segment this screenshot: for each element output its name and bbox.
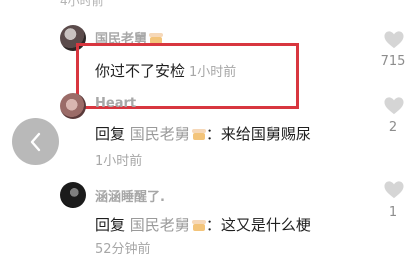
chevron-left-icon bbox=[30, 132, 40, 151]
reply-to-username[interactable]: 国民老舅 bbox=[130, 216, 190, 234]
reply-text: 回复 国民老舅 ：来给国舅赐尿 bbox=[95, 123, 311, 144]
reply-separator: ： bbox=[205, 125, 221, 143]
comment-time: 1小时前 bbox=[95, 154, 143, 169]
heart-outline-icon[interactable] bbox=[383, 180, 405, 200]
cake-emoji-icon bbox=[191, 219, 206, 231]
heart-outline-icon[interactable] bbox=[383, 30, 405, 50]
reply-prefix: 回复 bbox=[95, 125, 126, 143]
comment-username[interactable]: Heart bbox=[95, 96, 136, 111]
comment-body: 来给国舅赐尿 bbox=[220, 125, 311, 143]
reply-text: 回复 国民老舅 ：这又是什么梗 bbox=[95, 214, 311, 235]
heart-outline-icon[interactable] bbox=[383, 96, 405, 116]
like-count: 2 bbox=[388, 120, 398, 135]
back-button[interactable] bbox=[12, 118, 59, 165]
cake-emoji-icon bbox=[191, 128, 206, 140]
comment-body: 这又是什么梗 bbox=[220, 216, 311, 234]
comment-time: 52分钟前 bbox=[95, 242, 151, 257]
reply-separator: ： bbox=[205, 216, 221, 234]
reply-prefix: 回复 bbox=[95, 216, 126, 234]
reply-to-username[interactable]: 国民老舅 bbox=[130, 125, 190, 143]
avatar[interactable] bbox=[60, 93, 86, 119]
comment-username[interactable]: 涵涵睡醒了. bbox=[95, 186, 165, 205]
like-count: 1 bbox=[388, 205, 398, 220]
previous-comment-timestamp: 4小时前 bbox=[60, 0, 104, 8]
like-count: 715 bbox=[380, 54, 406, 69]
avatar[interactable] bbox=[60, 182, 86, 208]
